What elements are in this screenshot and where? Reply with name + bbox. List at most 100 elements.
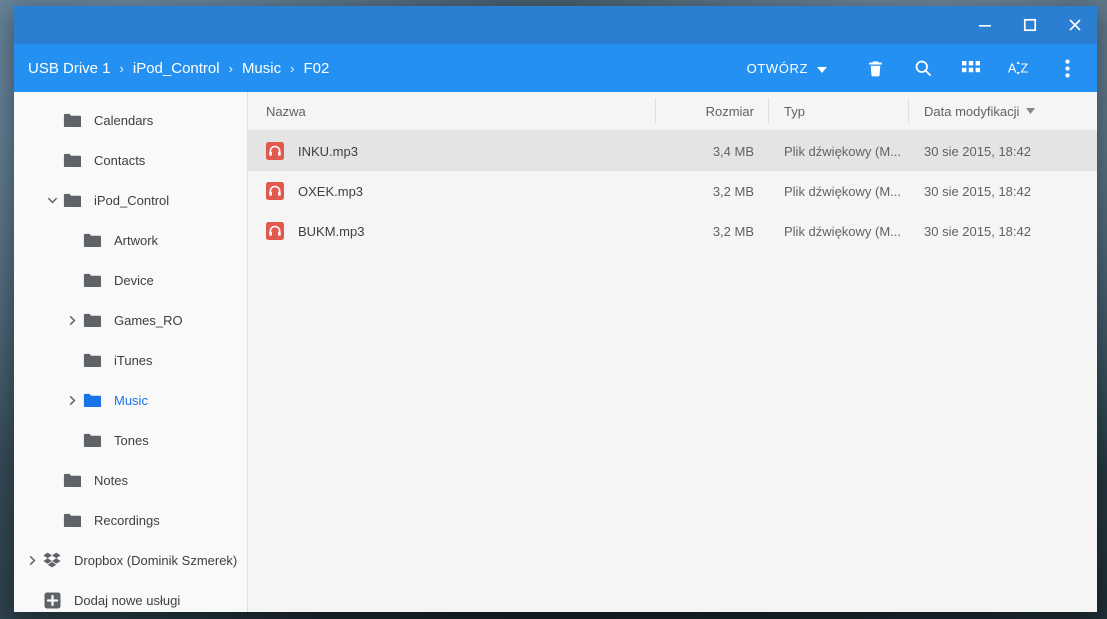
sort-az-icon: A Z	[1008, 59, 1030, 77]
sidebar-item-label: Music	[114, 392, 148, 408]
column-header-label: Nazwa	[266, 103, 306, 119]
sidebar-item-label: Calendars	[94, 112, 154, 128]
sidebar-item-calendars[interactable]: Calendars	[14, 100, 247, 140]
folder-icon-wrap	[82, 310, 102, 330]
folder-icon	[83, 353, 101, 368]
open-button[interactable]: OTWÓRZ	[737, 54, 837, 83]
file-name-label: BUKM.mp3	[298, 223, 365, 239]
breadcrumb-toolbar-bar: USB Drive 1 › iPod_Control › Music › F02 OTWÓR…	[14, 44, 1097, 92]
folder-icon	[63, 473, 81, 488]
sidebar-item-itunes[interactable]: iTunes	[14, 340, 247, 380]
sidebar-item-label: Tones	[114, 432, 149, 448]
folder-icon	[63, 193, 81, 208]
sidebar-item-ipod-control[interactable]: iPod_Control	[14, 180, 247, 220]
more-options-button[interactable]	[1047, 48, 1087, 88]
file-type-cell: Plik dźwiękowy (M...	[784, 143, 902, 159]
dropbox-icon-wrap	[42, 550, 62, 570]
chevron-right-icon[interactable]	[22, 550, 42, 570]
folder-icon-wrap	[82, 430, 102, 450]
sort-button[interactable]: A Z	[999, 48, 1039, 88]
folder-icon-wrap	[62, 470, 82, 490]
folder-icon-wrap	[62, 510, 82, 530]
maximize-button[interactable]	[1007, 6, 1052, 44]
close-button[interactable]	[1052, 6, 1097, 44]
sidebar-item-recordings[interactable]: Recordings	[14, 500, 247, 540]
folder-icon-wrap	[82, 230, 102, 250]
breadcrumb-separator: ›	[228, 60, 233, 76]
search-button[interactable]	[903, 48, 943, 88]
audio-file-icon	[266, 182, 284, 200]
view-grid-button[interactable]	[951, 48, 991, 88]
dropbox-icon	[43, 552, 61, 568]
sidebar-item-label: iTunes	[114, 352, 153, 368]
file-list-header: Nazwa Rozmiar Typ Data modyfikacji	[248, 92, 1097, 131]
folder-icon-wrap	[62, 110, 82, 130]
table-row[interactable]: OXEK.mp3 3,2 MB Plik dźwiękowy (M... 30 sie…	[248, 171, 1097, 211]
breadcrumb-item-music[interactable]: Music	[236, 56, 287, 81]
column-header-label: Rozmiar	[705, 103, 754, 119]
column-header-size[interactable]: Rozmiar	[655, 92, 768, 130]
window-body: Calendars Contacts iPod_Control Artwork Devi…	[14, 92, 1097, 612]
sidebar-item-device[interactable]: Device	[14, 260, 247, 300]
table-row[interactable]: INKU.mp3 3,4 MB Plik dźwiękowy (M... 30 sie…	[248, 131, 1097, 171]
sidebar-item-tones[interactable]: Tones	[14, 420, 247, 460]
column-header-date[interactable]: Data modyfikacji	[908, 92, 1097, 130]
toolbar: OTWÓRZ A Z	[737, 48, 1097, 88]
folder-icon-wrap	[82, 350, 102, 370]
folder-icon	[83, 313, 101, 328]
folder-icon	[83, 433, 101, 448]
file-name-cell: BUKM.mp3	[248, 222, 655, 240]
minimize-button[interactable]	[962, 6, 1007, 44]
breadcrumb-item-f02[interactable]: F02	[297, 56, 335, 81]
folder-icon	[63, 153, 81, 168]
audio-file-icon	[266, 222, 284, 240]
chevron-right-icon[interactable]	[62, 310, 82, 330]
sidebar-item-label: Contacts	[94, 152, 146, 168]
column-header-name[interactable]: Nazwa	[248, 92, 655, 130]
column-header-label: Data modyfikacji	[924, 103, 1020, 119]
delete-button[interactable]	[855, 48, 895, 88]
chevron-right-icon[interactable]	[62, 390, 82, 410]
file-date-cell: 30 sie 2015, 18:42	[924, 143, 1031, 159]
sidebar-item-dodaj-nowe-us-ugi[interactable]: Dodaj nowe usługi	[14, 580, 247, 612]
breadcrumb-separator: ›	[119, 60, 124, 76]
files-app-window: USB Drive 1 › iPod_Control › Music › F02 OTWÓR…	[14, 6, 1097, 612]
breadcrumb-item-usb-drive-1[interactable]: USB Drive 1	[22, 56, 117, 81]
sidebar-item-label: Dropbox (Dominik Szmerek)	[74, 552, 238, 568]
open-button-label: OTWÓRZ	[746, 60, 808, 76]
svg-text:A: A	[1008, 62, 1017, 76]
sidebar-item-contacts[interactable]: Contacts	[14, 140, 247, 180]
sidebar-item-dropbox-dominik-szmerek[interactable]: Dropbox (Dominik Szmerek)	[14, 540, 247, 580]
sidebar-item-notes[interactable]: Notes	[14, 460, 247, 500]
trash-icon	[866, 59, 885, 78]
table-row[interactable]: BUKM.mp3 3,2 MB Plik dźwiękowy (M... 30 sie…	[248, 211, 1097, 251]
breadcrumb-separator: ›	[290, 60, 295, 76]
chevron-down-icon[interactable]	[42, 190, 62, 210]
audio-file-icon	[266, 142, 284, 160]
file-icon-wrap	[266, 142, 284, 160]
file-size-cell: 3,4 MB	[712, 143, 754, 159]
breadcrumb-item-ipod-control[interactable]: iPod_Control	[127, 56, 226, 81]
sidebar-item-artwork[interactable]: Artwork	[14, 220, 247, 260]
add-service-icon-wrap	[42, 590, 62, 610]
sidebar: Calendars Contacts iPod_Control Artwork Devi…	[14, 92, 248, 612]
sidebar-item-label: Device	[114, 272, 154, 288]
file-type-cell: Plik dźwiękowy (M...	[784, 183, 902, 199]
sidebar-item-music[interactable]: Music	[14, 380, 247, 420]
sidebar-item-games-ro[interactable]: Games_RO	[14, 300, 247, 340]
file-name-cell: OXEK.mp3	[248, 182, 655, 200]
folder-icon-wrap	[82, 270, 102, 290]
chevron-down-icon	[817, 61, 827, 76]
file-icon-wrap	[266, 182, 284, 200]
grid-icon	[962, 59, 980, 77]
folder-icon-blue	[83, 393, 101, 408]
column-header-type[interactable]: Typ	[768, 92, 908, 130]
file-date-cell: 30 sie 2015, 18:42	[924, 183, 1031, 199]
